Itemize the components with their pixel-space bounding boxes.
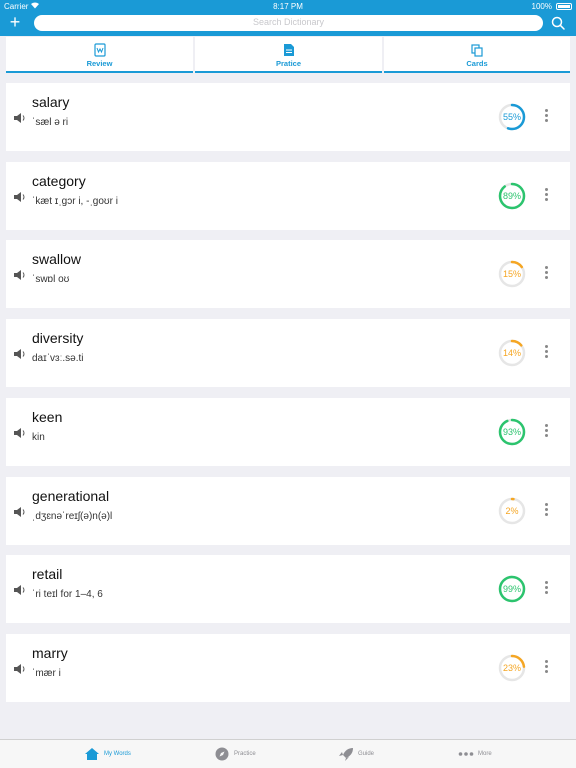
word-title: diversity [32, 330, 84, 346]
speaker-icon[interactable] [13, 347, 27, 359]
word-card[interactable]: diversity daɪˈvɜː.sə.ti 14% [6, 319, 570, 387]
word-title: keen [32, 409, 63, 425]
tab-cards-label: Cards [466, 59, 488, 68]
more-options-icon[interactable] [543, 266, 549, 282]
search-input[interactable]: Search Dictionary [34, 15, 543, 31]
speaker-icon[interactable] [13, 190, 27, 202]
progress-percent: 23% [502, 663, 521, 673]
more-icon [458, 747, 474, 761]
home-icon [84, 747, 100, 761]
word-phonetic: kin [32, 432, 45, 443]
cards-icon [471, 43, 483, 57]
more-options-icon[interactable] [543, 424, 549, 440]
word-card[interactable]: category ˈkæt ɪˌgɔr i, -ˌgoʊr i 89% [6, 162, 570, 230]
word-card[interactable]: keen kin 93% [6, 398, 570, 466]
progress-percent: 93% [502, 427, 521, 437]
more-options-icon[interactable] [543, 660, 549, 676]
more-options-icon[interactable] [543, 503, 549, 519]
tab-review[interactable]: Review [6, 37, 193, 73]
tab-cards[interactable]: Cards [384, 37, 570, 73]
document-lines-icon [283, 43, 295, 57]
rocket-icon [338, 747, 354, 761]
word-card[interactable]: swallow ˈswɒl oʊ 15% [6, 240, 570, 308]
progress-percent: 2% [505, 506, 519, 516]
battery-icon [556, 3, 572, 10]
progress-percent: 55% [502, 112, 521, 122]
word-card[interactable]: salary ˈsæl ə ri 55% [6, 83, 570, 151]
word-card[interactable]: retail ˈri teɪl for 1–4, 6 99% [6, 555, 570, 623]
plus-icon[interactable]: + [8, 13, 22, 31]
more-options-icon[interactable] [543, 109, 549, 125]
tab-practice-label: Pratice [275, 59, 302, 68]
tabbar-practice-label: Practice [234, 751, 256, 757]
word-phonetic: ˈri teɪl for 1–4, 6 [32, 589, 103, 600]
compass-icon [214, 747, 230, 761]
tabbar-my-words-label: My Words [104, 751, 131, 757]
speaker-icon[interactable] [13, 268, 27, 280]
progress-percent: 99% [502, 584, 521, 594]
document-icon [93, 43, 106, 57]
more-options-icon[interactable] [543, 581, 549, 597]
word-title: retail [32, 566, 63, 582]
tabbar-practice[interactable]: Practice [202, 740, 346, 768]
more-options-icon[interactable] [543, 345, 549, 361]
speaker-icon[interactable] [13, 662, 27, 674]
header-bar: Carrier 8:17 PM 100% + Search Dictionary [0, 0, 576, 36]
tab-review-label: Review [86, 59, 113, 68]
word-phonetic: daɪˈvɜː.sə.ti [32, 353, 84, 364]
search-placeholder: Search Dictionary [252, 17, 325, 27]
word-card[interactable]: generational ˌdʒɛnəˈreɪʃ(ə)n(ə)l 2% [6, 477, 570, 545]
word-phonetic: ˌdʒɛnəˈreɪʃ(ə)n(ə)l [32, 511, 113, 522]
battery-percent: 100% [531, 2, 552, 11]
status-time: 8:17 PM [273, 2, 303, 11]
speaker-icon[interactable] [13, 426, 27, 438]
word-phonetic: ˈkæt ɪˌgɔr i, -ˌgoʊr i [32, 196, 118, 207]
word-title: swallow [32, 251, 82, 267]
progress-percent: 15% [502, 269, 521, 279]
tabbar-more[interactable]: More [446, 740, 576, 768]
tab-practice[interactable]: Pratice [195, 37, 382, 73]
status-bar: Carrier 8:17 PM 100% [0, 0, 576, 12]
word-title: salary [32, 94, 70, 110]
progress-percent: 89% [502, 191, 521, 201]
tabbar-guide-label: Guide [358, 751, 375, 757]
word-phonetic: ˈmær i [32, 668, 61, 679]
speaker-icon[interactable] [13, 505, 27, 517]
word-title: category [32, 173, 86, 189]
word-card[interactable]: marry ˈmær i 23% [6, 634, 570, 702]
mode-tabs: Review Pratice Cards [6, 37, 570, 73]
search-icon[interactable] [550, 15, 566, 31]
speaker-icon[interactable] [13, 111, 27, 123]
speaker-icon[interactable] [13, 583, 27, 595]
tabbar-more-label: More [478, 751, 492, 757]
word-title: generational [32, 488, 110, 504]
bottom-tab-bar: My Words Practice Guide More [0, 739, 576, 768]
progress-percent: 14% [502, 348, 521, 358]
word-phonetic: ˈswɒl oʊ [32, 274, 70, 285]
more-options-icon[interactable] [543, 188, 549, 204]
tabbar-my-words[interactable]: My Words [72, 740, 216, 768]
word-title: marry [32, 645, 68, 661]
word-phonetic: ˈsæl ə ri [32, 117, 69, 128]
